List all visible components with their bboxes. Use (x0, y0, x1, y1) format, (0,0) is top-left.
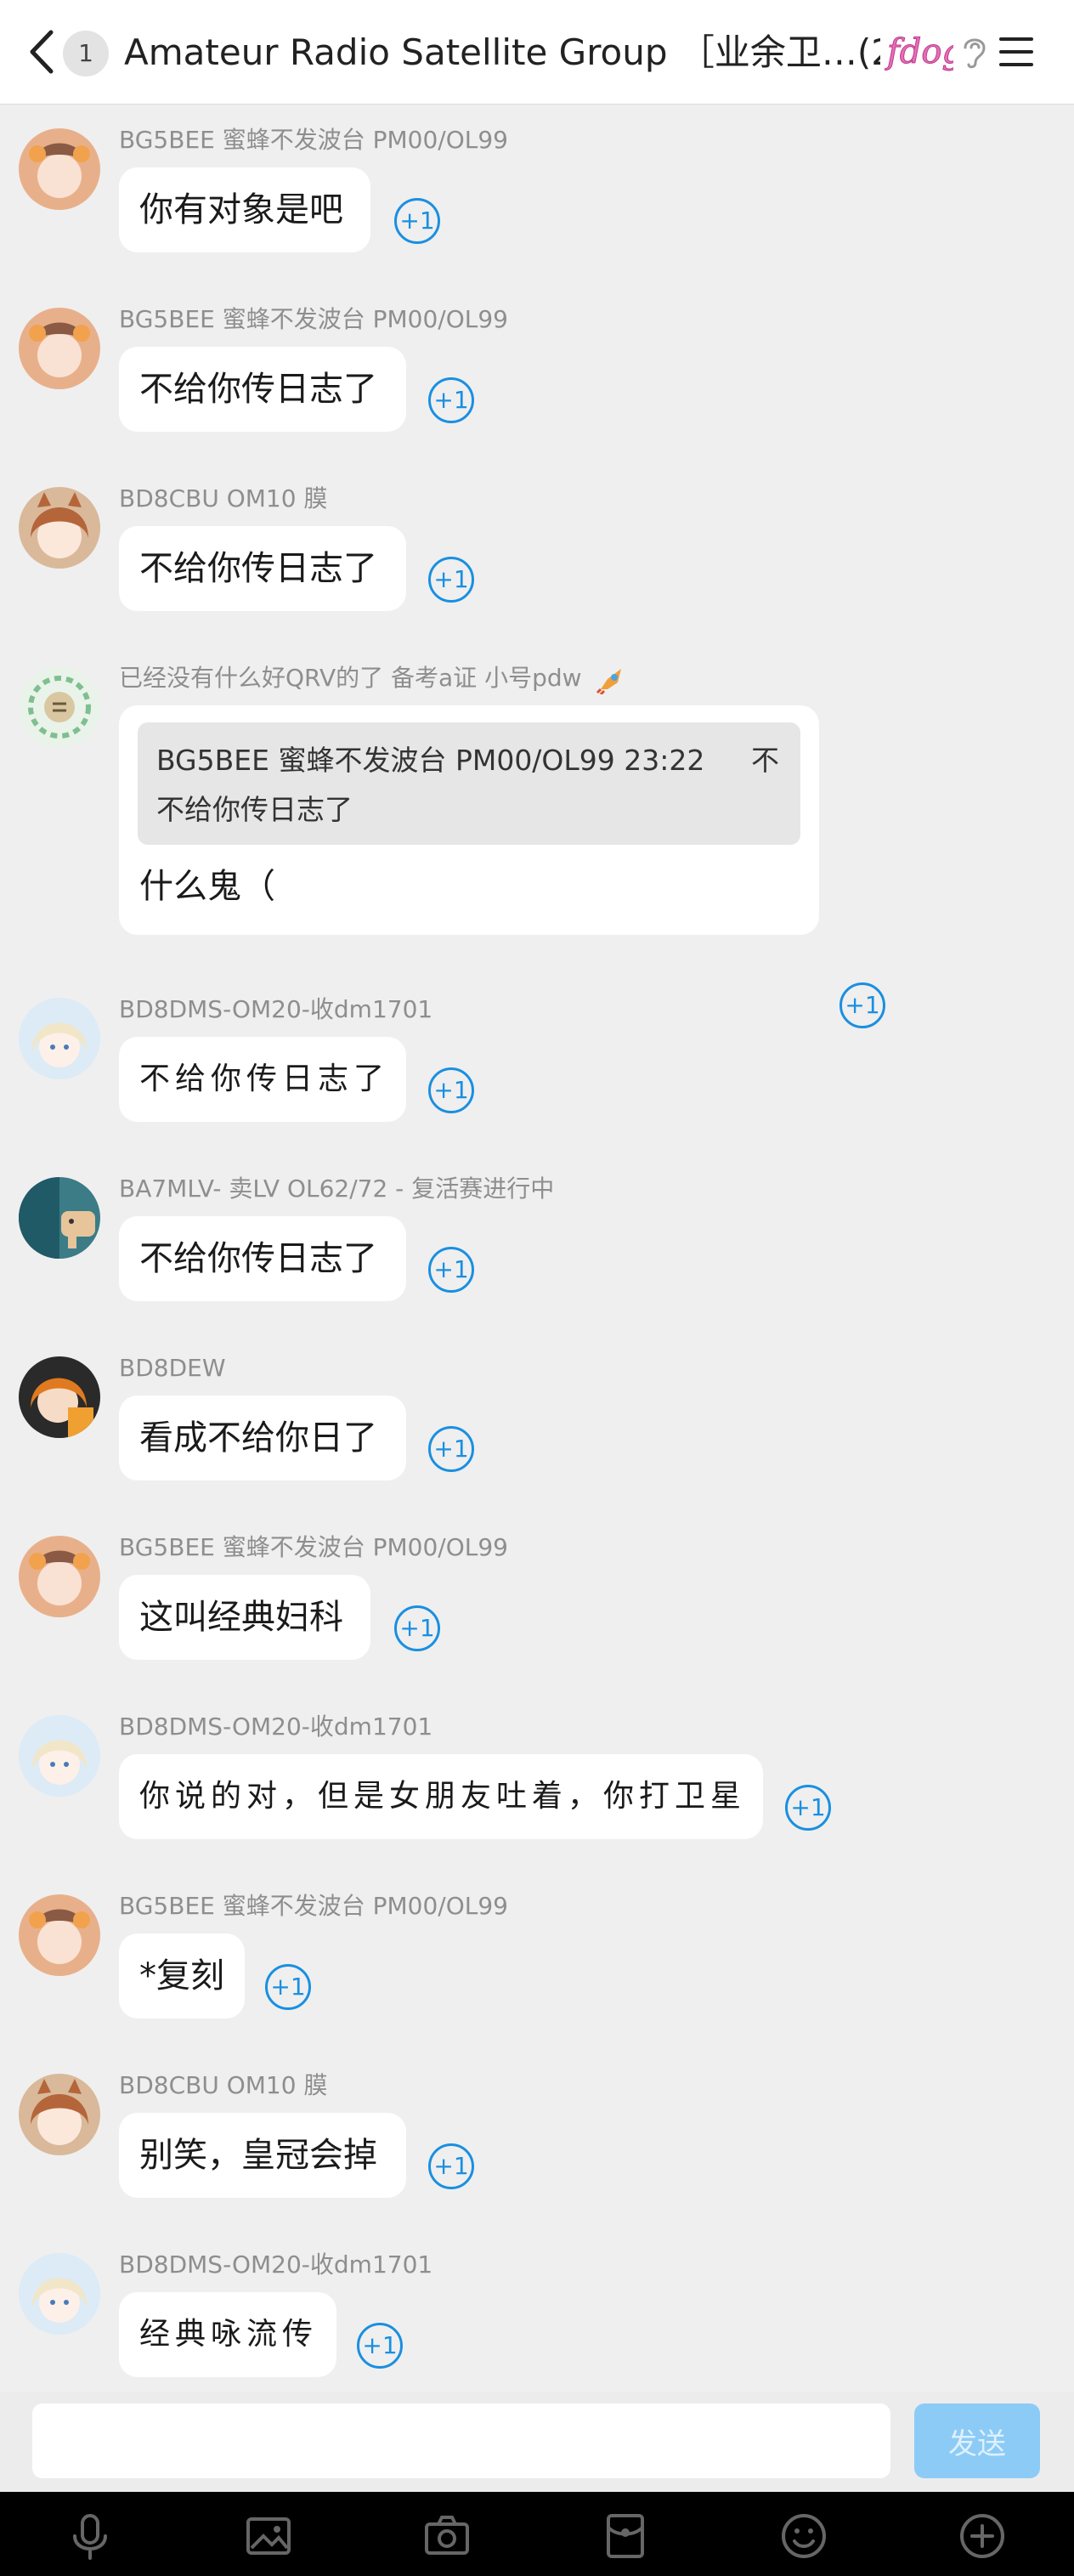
sender-name: BG5BEE 蜜蜂不发波台 PM00/OL99 (119, 1892, 508, 1920)
plus-one-button[interactable]: +1 (428, 1426, 474, 1472)
red-packet-icon[interactable] (600, 2511, 651, 2562)
group-badge-logo[interactable]: fdog (884, 24, 954, 78)
unread-count-badge[interactable]: 1 (63, 31, 109, 76)
chat-message: BD8CBU OM10 膜 不给你传日志了 +1 (0, 475, 1074, 645)
message-bubble[interactable]: 不给你传日志了 (119, 347, 406, 432)
avatar[interactable] (19, 1715, 100, 1797)
sender-name: BD8DMS-OM20-收dm1701 (119, 995, 433, 1023)
chat-message: BD8DMS-OM20-收dm1701 经典咏流传 +1 (0, 2241, 1074, 2391)
message-text: 什么鬼（ (139, 867, 275, 906)
sender-name: BA7MLV- 卖LV OL62/72 - 复活赛进行中 (119, 1175, 555, 1203)
chat-message: BD8DMS-OM20-收dm1701 不给你传日志了 +1 (0, 986, 1074, 1156)
svg-text:fdog: fdog (885, 32, 953, 71)
chat-message-list[interactable]: BG5BEE 蜜蜂不发波台 PM00/OL99 你有对象是吧 +1 BG5BEE… (0, 105, 1074, 2391)
message-bubble[interactable]: 这叫经典妇科 (119, 1575, 370, 1660)
plus-one-button[interactable]: +1 (428, 1247, 474, 1293)
top-bar: 1 Amateur Radio Satellite Group ［业余卫…(23… (0, 0, 1074, 105)
quoted-message-header-tail: 不 (751, 744, 779, 777)
menu-icon[interactable] (996, 32, 1038, 71)
plus-one-button[interactable]: +1 (428, 2143, 474, 2189)
chat-message: BD8CBU OM10 膜 别笑，皇冠会掉 +1 (0, 2062, 1074, 2232)
quoted-message-header: BG5BEE 蜜蜂不发波台 PM00/OL99 23:22 (156, 744, 705, 777)
sender-name: BD8DMS-OM20-收dm1701 (119, 2250, 433, 2279)
avatar[interactable] (19, 1894, 100, 1976)
message-bubble[interactable]: BG5BEE 蜜蜂不发波台 PM00/OL99 23:22 不 不给你传日志了 … (119, 705, 819, 935)
send-button[interactable]: 发送 (914, 2403, 1040, 2478)
message-bubble[interactable]: *复刻 (119, 1933, 245, 2018)
avatar[interactable] (19, 308, 100, 389)
sender-name: BG5BEE 蜜蜂不发波台 PM00/OL99 (119, 1533, 508, 1561)
plus-one-button[interactable]: +1 (394, 1605, 440, 1651)
chat-message: BG5BEE 蜜蜂不发波台 PM00/OL99 这叫经典妇科 +1 (0, 1524, 1074, 1694)
message-bubble[interactable]: 不给你传日志了 (119, 526, 406, 611)
plus-icon[interactable] (957, 2511, 1008, 2562)
plus-one-button[interactable]: +1 (357, 2323, 403, 2369)
plus-one-button[interactable]: +1 (428, 557, 474, 603)
mic-icon[interactable] (65, 2511, 116, 2562)
bottom-toolbar (0, 2492, 1074, 2576)
message-bubble[interactable]: 看成不给你日了 (119, 1396, 406, 1480)
message-bubble[interactable]: 别笑，皇冠会掉 (119, 2113, 406, 2198)
back-icon[interactable] (25, 29, 59, 75)
sender-name: BG5BEE 蜜蜂不发波台 PM00/OL99 (119, 305, 508, 333)
message-bubble[interactable]: 不给你传日志了 (119, 1216, 406, 1301)
plus-one-button[interactable]: +1 (394, 198, 440, 244)
camera-icon[interactable] (421, 2511, 472, 2562)
chat-message: BD8DMS-OM20-收dm1701 你说的对，但是女朋友吐着，你打卫星 +1 (0, 1703, 1074, 1873)
plus-one-button[interactable]: +1 (265, 1964, 311, 2010)
sender-name: BD8CBU OM10 膜 (119, 2071, 328, 2099)
avatar[interactable] (19, 2253, 100, 2335)
chat-message: 已经没有什么好QRV的了 备考a证 小号pdw BG5BEE 蜜蜂不发波台 PM… (0, 654, 1074, 1028)
chat-message: BG5BEE 蜜蜂不发波台 PM00/OL99 *复刻 +1 (0, 1882, 1074, 2052)
quoted-message-text: 不给你传日志了 (156, 793, 353, 826)
chat-message: BA7MLV- 卖LV OL62/72 - 复活赛进行中 不给你传日志了 +1 (0, 1165, 1074, 1335)
plus-one-button[interactable]: +1 (785, 1785, 831, 1831)
avatar[interactable] (19, 1177, 100, 1259)
avatar[interactable] (19, 1536, 100, 1617)
image-icon[interactable] (243, 2511, 294, 2562)
sender-name: 已经没有什么好QRV的了 备考a证 小号pdw (119, 663, 630, 696)
sender-name: BG5BEE 蜜蜂不发波台 PM00/OL99 (119, 126, 508, 154)
ear-icon[interactable] (958, 32, 991, 71)
emoji-icon[interactable] (778, 2511, 829, 2562)
avatar[interactable] (19, 998, 100, 1079)
sender-name: BD8DEW (119, 1354, 226, 1382)
avatar[interactable] (19, 1356, 100, 1438)
avatar[interactable] (19, 487, 100, 569)
page-title[interactable]: Amateur Radio Satellite Group ［业余卫…(2351… (124, 25, 880, 80)
avatar[interactable] (19, 2074, 100, 2155)
sender-name-text: 已经没有什么好QRV的了 备考a证 小号pdw (119, 664, 582, 692)
message-bubble[interactable]: 不给你传日志了 (119, 1037, 406, 1122)
message-bubble[interactable]: 你有对象是吧 (119, 167, 370, 252)
avatar[interactable] (19, 666, 100, 748)
chat-message: BG5BEE 蜜蜂不发波台 PM00/OL99 你有对象是吧 +1 (0, 116, 1074, 286)
plus-one-button[interactable]: +1 (428, 1067, 474, 1113)
rocket-icon (596, 669, 622, 696)
sender-name: BD8CBU OM10 膜 (119, 484, 328, 512)
message-input[interactable] (32, 2403, 890, 2478)
chat-message: BD8DEW 看成不给你日了 +1 (0, 1345, 1074, 1514)
avatar[interactable] (19, 128, 100, 210)
plus-one-button[interactable]: +1 (428, 377, 474, 423)
message-bubble[interactable]: 你说的对，但是女朋友吐着，你打卫星 (119, 1754, 763, 1839)
quoted-message[interactable]: BG5BEE 蜜蜂不发波台 PM00/OL99 23:22 不 不给你传日志了 (138, 722, 800, 845)
chat-message: BG5BEE 蜜蜂不发波台 PM00/OL99 不给你传日志了 +1 (0, 296, 1074, 466)
sender-name: BD8DMS-OM20-收dm1701 (119, 1713, 433, 1741)
message-input-bar: 发送 (0, 2392, 1074, 2492)
message-bubble[interactable]: 经典咏流传 (119, 2292, 336, 2377)
